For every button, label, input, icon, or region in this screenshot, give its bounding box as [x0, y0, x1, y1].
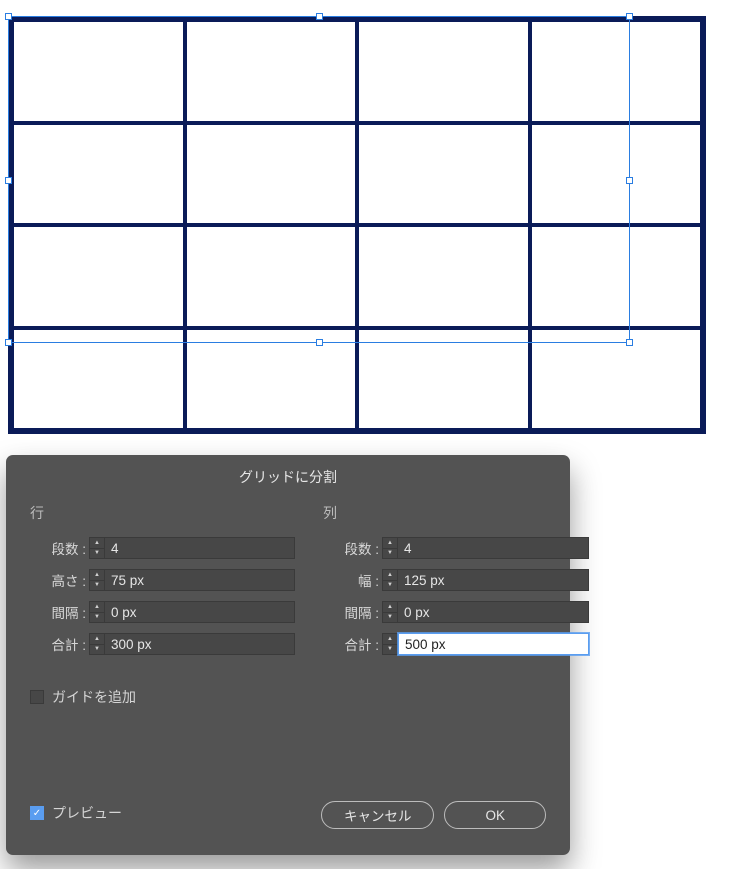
split-into-grid-dialog: グリッドに分割 行 段数 : ▲ ▼ 高さ : ▲ ▼ [6, 455, 570, 855]
cols-count-row: 段数 : ▲ ▼ [323, 537, 589, 559]
cols-gutter-stepper[interactable]: ▲ ▼ [382, 601, 398, 623]
cols-width-label: 幅 : [323, 570, 379, 590]
cols-width-stepper[interactable]: ▲ ▼ [382, 569, 398, 591]
rows-gutter-stepper[interactable]: ▲ ▼ [89, 601, 105, 623]
chevron-down-icon[interactable]: ▼ [90, 645, 104, 655]
columns-header: 列 [323, 503, 589, 523]
rows-gutter-input[interactable] [105, 601, 295, 623]
grid-cell[interactable] [530, 123, 703, 226]
rows-total-label: 合計 : [30, 634, 86, 654]
add-guides-row: ガイドを追加 [6, 687, 570, 707]
rows-gutter-row: 間隔 : ▲ ▼ [30, 601, 295, 623]
cols-total-row: 合計 : ▲ ▼ [323, 633, 589, 655]
chevron-up-icon[interactable]: ▲ [90, 602, 104, 613]
grid-cell[interactable] [530, 225, 703, 328]
preview-checkbox[interactable] [30, 806, 44, 820]
ok-button[interactable]: OK [444, 801, 546, 829]
grid-cell[interactable] [357, 123, 530, 226]
chevron-up-icon[interactable]: ▲ [90, 538, 104, 549]
preview-label: プレビュー [52, 803, 122, 823]
chevron-up-icon[interactable]: ▲ [383, 602, 397, 613]
chevron-down-icon[interactable]: ▼ [383, 613, 397, 623]
columns-section: 列 段数 : ▲ ▼ 幅 : ▲ ▼ 間隔 : [323, 503, 589, 665]
cols-gutter-row: 間隔 : ▲ ▼ [323, 601, 589, 623]
chevron-up-icon[interactable]: ▲ [383, 538, 397, 549]
grid-cell[interactable] [185, 225, 358, 328]
rows-total-row: 合計 : ▲ ▼ [30, 633, 295, 655]
cols-total-input[interactable] [398, 633, 589, 655]
cols-count-label: 段数 : [323, 538, 379, 558]
chevron-down-icon[interactable]: ▼ [383, 645, 397, 655]
grid-cell[interactable] [357, 20, 530, 123]
rows-total-stepper[interactable]: ▲ ▼ [89, 633, 105, 655]
chevron-up-icon[interactable]: ▲ [383, 634, 397, 645]
rows-height-input[interactable] [105, 569, 295, 591]
cancel-button[interactable]: キャンセル [321, 801, 435, 829]
chevron-up-icon[interactable]: ▲ [90, 634, 104, 645]
grid-object[interactable] [8, 16, 706, 434]
grid-cell[interactable] [185, 123, 358, 226]
chevron-up-icon[interactable]: ▲ [90, 570, 104, 581]
preview-row: プレビュー [30, 803, 122, 823]
rows-height-stepper[interactable]: ▲ ▼ [89, 569, 105, 591]
chevron-down-icon[interactable]: ▼ [383, 549, 397, 559]
grid-cell[interactable] [12, 225, 185, 328]
chevron-up-icon[interactable]: ▲ [383, 570, 397, 581]
grid-cell[interactable] [12, 328, 185, 431]
chevron-down-icon[interactable]: ▼ [90, 581, 104, 591]
rows-count-stepper[interactable]: ▲ ▼ [89, 537, 105, 559]
grid-cell[interactable] [357, 328, 530, 431]
grid-cell[interactable] [357, 225, 530, 328]
canvas-area[interactable] [4, 4, 736, 454]
cols-count-input[interactable] [398, 537, 589, 559]
rows-section: 行 段数 : ▲ ▼ 高さ : ▲ ▼ 間隔 : [30, 503, 295, 665]
cols-width-row: 幅 : ▲ ▼ [323, 569, 589, 591]
rows-header: 行 [30, 503, 295, 523]
cols-total-stepper[interactable]: ▲ ▼ [382, 633, 398, 655]
grid-cell[interactable] [185, 20, 358, 123]
rows-height-row: 高さ : ▲ ▼ [30, 569, 295, 591]
cols-count-stepper[interactable]: ▲ ▼ [382, 537, 398, 559]
cols-width-input[interactable] [398, 569, 589, 591]
cols-gutter-input[interactable] [398, 601, 589, 623]
add-guides-checkbox[interactable] [30, 690, 44, 704]
rows-count-label: 段数 : [30, 538, 86, 558]
cols-gutter-label: 間隔 : [323, 602, 379, 622]
rows-height-label: 高さ : [30, 570, 86, 590]
rows-gutter-label: 間隔 : [30, 602, 86, 622]
chevron-down-icon[interactable]: ▼ [90, 613, 104, 623]
add-guides-label: ガイドを追加 [52, 687, 136, 707]
grid-cell[interactable] [12, 20, 185, 123]
chevron-down-icon[interactable]: ▼ [90, 549, 104, 559]
rows-count-row: 段数 : ▲ ▼ [30, 537, 295, 559]
rows-count-input[interactable] [105, 537, 295, 559]
dialog-title: グリッドに分割 [6, 455, 570, 503]
grid-cell[interactable] [530, 328, 703, 431]
chevron-down-icon[interactable]: ▼ [383, 581, 397, 591]
grid-cell[interactable] [185, 328, 358, 431]
rows-total-input[interactable] [105, 633, 295, 655]
grid-cell[interactable] [530, 20, 703, 123]
grid-cell[interactable] [12, 123, 185, 226]
cols-total-label: 合計 : [323, 634, 379, 654]
